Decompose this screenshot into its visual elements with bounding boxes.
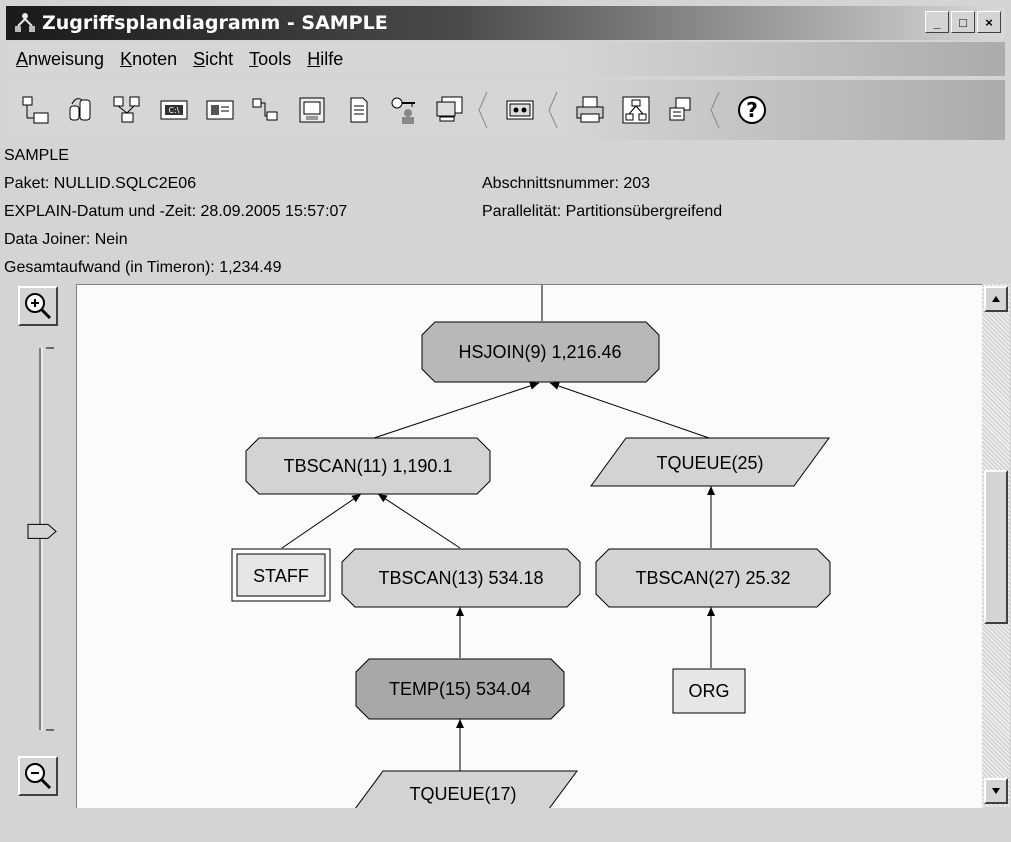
node-tqueue25-label: TQUEUE(25) xyxy=(656,453,763,473)
node-tbscan13[interactable]: TBSCAN(13) 534.18 xyxy=(341,548,581,608)
zoom-in-button[interactable] xyxy=(18,286,58,326)
status-bar xyxy=(0,808,1011,842)
graph-layout-icon[interactable] xyxy=(112,94,144,126)
node-tbscan27[interactable]: TBSCAN(27) 25.32 xyxy=(595,548,831,608)
node-temp15[interactable]: TEMP(15) 534.04 xyxy=(355,658,565,720)
key-user-icon[interactable] xyxy=(388,94,420,126)
edge-tbscan11-hsjoin xyxy=(373,382,540,439)
node-tqueue17-label: TQUEUE(17) xyxy=(409,784,516,804)
node-org[interactable]: ORG xyxy=(672,668,746,714)
node-tbscan11[interactable]: TBSCAN(11) 1,190.1 xyxy=(245,437,491,495)
title-bar: Zugriffsplandiagramm - SAMPLE _ □ × xyxy=(6,6,1005,40)
monitor-icon[interactable] xyxy=(434,94,466,126)
overview-icon[interactable] xyxy=(666,94,698,126)
node-tqueue25[interactable]: TQUEUE(25) xyxy=(590,437,830,487)
node-staff[interactable]: STAFF xyxy=(231,548,331,602)
view-icon[interactable] xyxy=(504,94,536,126)
node-hsjoin-label: HSJOIN(9) 1,216.46 xyxy=(458,342,621,362)
node-hsjoin[interactable]: HSJOIN(9) 1,216.46 xyxy=(421,321,660,383)
zoom-out-button[interactable] xyxy=(18,756,58,796)
toolbar-separator xyxy=(548,91,558,129)
toolbar-separator xyxy=(710,91,720,129)
data-joiner: Data Joiner: Nein xyxy=(4,231,128,248)
menu-anweisung[interactable]: Anweisung xyxy=(16,49,104,70)
menu-bar: Anweisung Knoten Sicht Tools Hilfe xyxy=(6,42,1005,76)
window-title: Zugriffsplandiagramm - SAMPLE xyxy=(42,12,388,34)
access-plan-graph: HSJOIN(9) 1,216.46 TBSCAN(11) 1,190.1 TQ… xyxy=(76,284,983,808)
total-cost: Gesamtaufwand (in Timeron): 1,234.49 xyxy=(4,259,282,276)
svg-text:C:\: C:\ xyxy=(169,106,180,115)
menu-hilfe[interactable]: Hilfe xyxy=(307,49,343,70)
node-org-label: ORG xyxy=(688,681,729,701)
diagram-icon[interactable] xyxy=(620,94,652,126)
node-temp15-label: TEMP(15) 534.04 xyxy=(389,679,531,699)
zoom-panel xyxy=(14,284,72,804)
zoom-out-icon xyxy=(25,763,52,790)
node-tbscan11-label: TBSCAN(11) 1,190.1 xyxy=(284,456,453,476)
explain-datetime: EXPLAIN-Datum und -Zeit: 28.09.2005 15:5… xyxy=(4,203,348,220)
svg-text:?: ? xyxy=(746,98,758,122)
menu-sicht[interactable]: Sicht xyxy=(193,49,233,70)
scroll-up-button[interactable] xyxy=(984,286,1008,312)
toolbar: C:\ ? xyxy=(6,80,1005,140)
menu-knoten[interactable]: Knoten xyxy=(120,49,177,70)
help-icon[interactable]: ? xyxy=(736,94,768,126)
table-icon[interactable] xyxy=(250,94,282,126)
scroll-down-button[interactable] xyxy=(984,778,1008,804)
edge-tbscan13-tbscan11 xyxy=(377,493,461,549)
maximize-button[interactable]: □ xyxy=(951,11,975,33)
package-label: Paket: NULLID.SQLC2E06 xyxy=(4,175,197,192)
vertical-scrollbar[interactable] xyxy=(982,284,1010,807)
toolbar-separator xyxy=(478,91,488,129)
stats-icon[interactable] xyxy=(66,94,98,126)
node-staff-label: STAFF xyxy=(253,566,309,586)
zoom-slider[interactable] xyxy=(14,330,72,750)
app-icon xyxy=(14,12,36,34)
arrow-up-icon xyxy=(992,296,1000,302)
section-number: Abschnittsnummer: 203 xyxy=(482,175,651,192)
menu-tools[interactable]: Tools xyxy=(249,49,291,70)
parallelism: Parallelität: Partitionsübergreifend xyxy=(482,203,723,220)
node-tbscan27-label: TBSCAN(27) 25.32 xyxy=(635,568,790,588)
document-icon[interactable] xyxy=(296,94,328,126)
database-name: SAMPLE xyxy=(4,147,69,164)
node-tqueue17[interactable]: TQUEUE(17) xyxy=(349,770,578,808)
node-details-icon[interactable] xyxy=(204,94,236,126)
zoom-in-icon xyxy=(25,293,52,320)
close-button[interactable]: × xyxy=(977,11,1001,33)
tree-view-icon[interactable] xyxy=(20,94,52,126)
minimize-button[interactable]: _ xyxy=(925,11,949,33)
node-tbscan13-label: TBSCAN(13) 534.18 xyxy=(378,568,543,588)
zoom-slider-thumb[interactable] xyxy=(27,523,57,539)
edge-staff-tbscan11 xyxy=(281,493,362,549)
arrow-down-icon xyxy=(992,788,1000,794)
script-icon[interactable] xyxy=(342,94,374,126)
print-icon[interactable] xyxy=(574,94,606,126)
command-icon[interactable]: C:\ xyxy=(158,94,190,126)
edge-tqueue25-hsjoin xyxy=(549,382,710,439)
scrollbar-thumb[interactable] xyxy=(984,470,1008,624)
